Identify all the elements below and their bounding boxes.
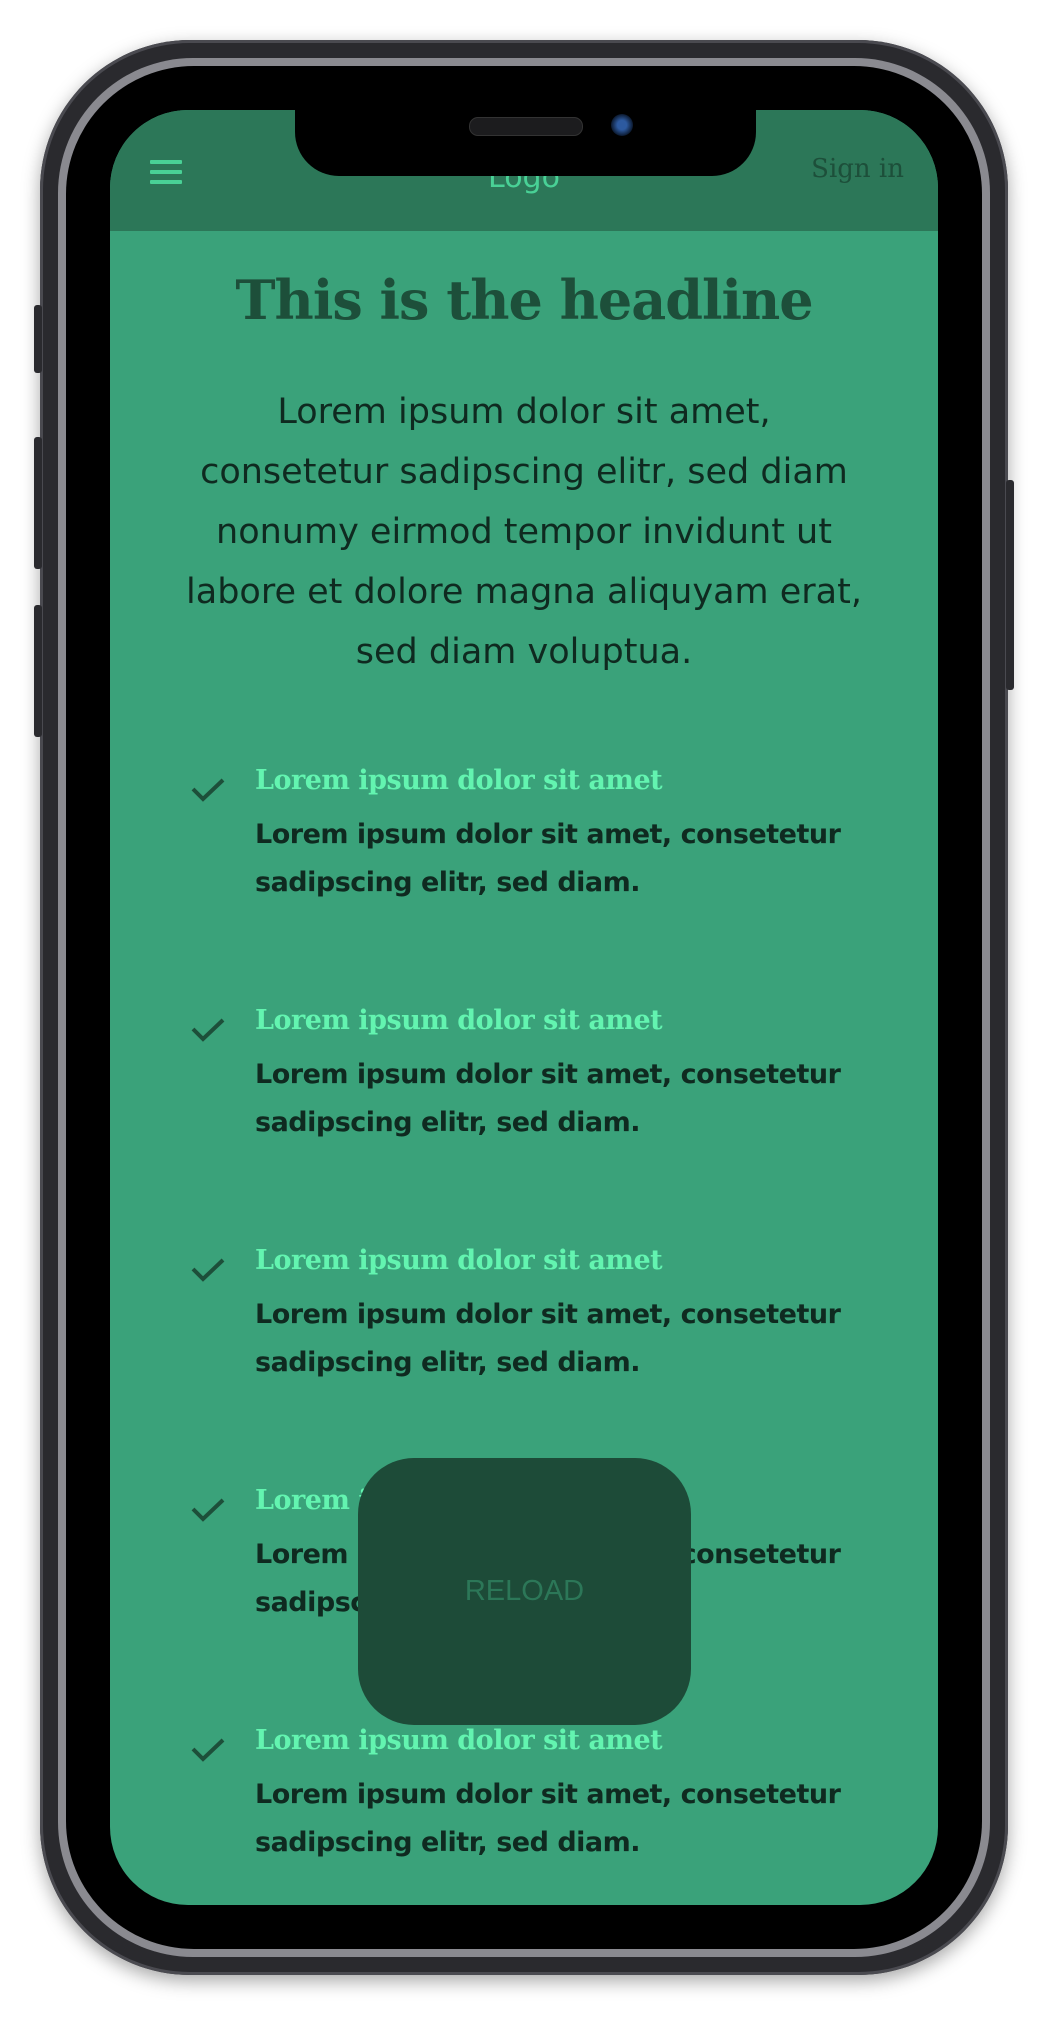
feature-item: Lorem ipsum dolor sit amet Lorem ipsum do… [110,1245,938,1445]
feature-body: Lorem ipsum dolor sit amet, consetetur s… [255,1299,841,1378]
checkmark-icon [191,778,225,802]
lead-paragraph: Lorem ipsum dolor sit amet, consetetur s… [186,392,862,672]
feature-item: Lorem ipsum dolor sit amet Lorem ipsum do… [110,1725,938,1905]
feature-title: Lorem ipsum dolor sit amet [255,1725,663,1756]
volume-up-button [34,437,42,569]
checkmark-icon [191,1498,225,1522]
volume-down-button [34,605,42,737]
checkmark-icon [191,1258,225,1282]
front-camera [611,114,633,136]
checkmark-icon [191,1738,225,1762]
feature-item: Lorem ipsum dolor sit amet Lorem ipsum do… [110,1005,938,1205]
feature-title: Lorem ipsum dolor sit amet [255,1005,663,1036]
speaker-grille [469,117,583,136]
feature-body: Lorem ipsum dolor sit amet, consetetur s… [255,1059,841,1138]
feature-title: Lorem ipsum dolor sit amet [255,1245,663,1276]
screen: Logo Sign in This is the headline Lorem … [110,110,938,1905]
feature-body: Lorem ipsum dolor sit amet, consetetur s… [255,1779,841,1858]
feature-title: Lorem ipsum dolor sit amet [255,765,663,796]
reload-button[interactable]: RELOAD [358,1458,691,1725]
power-button [1006,480,1014,690]
sign-in-link[interactable]: Sign in [811,154,904,184]
page-title: This is the headline [235,268,813,332]
feature-body: Lorem ipsum dolor sit amet, consetetur s… [255,819,841,898]
mute-switch [34,305,42,373]
checkmark-icon [191,1018,225,1042]
feature-item: Lorem ipsum dolor sit amet Lorem ipsum do… [110,765,938,965]
